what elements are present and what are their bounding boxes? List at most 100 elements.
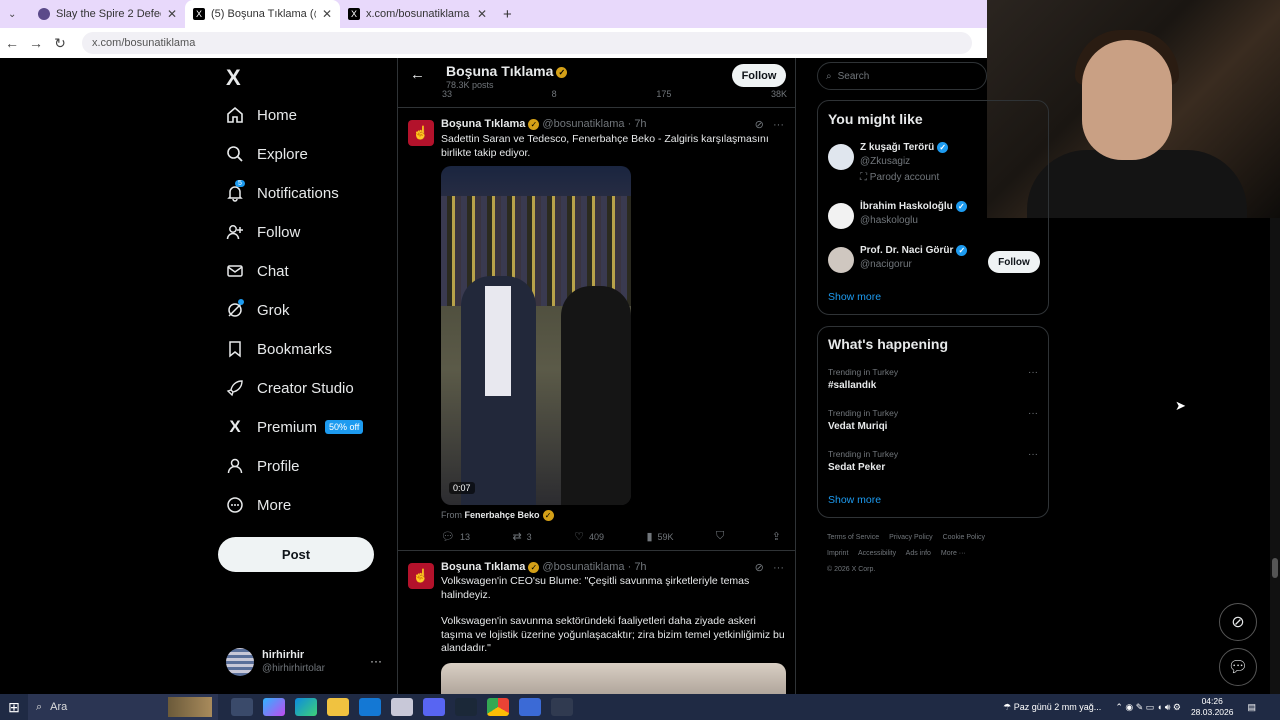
weather-widget[interactable]: ☂ Paz günü 2 mm yağ... bbox=[1003, 702, 1101, 713]
tray-icons[interactable]: ⌃ ◉ ✎ ▭ ◖ 🔊︎ ⚙ bbox=[1115, 702, 1181, 713]
outlook-icon[interactable] bbox=[359, 698, 381, 716]
follow-button[interactable]: Follow bbox=[732, 64, 786, 87]
nav-follow[interactable]: Follow bbox=[226, 223, 300, 241]
trend-item[interactable]: Trending in Turkey Vedat Muriqi ··· bbox=[828, 408, 1040, 432]
nav-more[interactable]: More bbox=[226, 496, 291, 514]
suggested-user[interactable]: Z kuşağı Terörü ✓ @Zkusagiz ⛶ Parody acco… bbox=[828, 142, 1040, 183]
clock[interactable]: 04:26 28.03.2026 bbox=[1191, 696, 1234, 718]
like-button[interactable]: ♡ 409 bbox=[574, 530, 604, 543]
scrollbar-thumb[interactable] bbox=[1272, 558, 1278, 578]
back-arrow-icon[interactable]: ← bbox=[0, 35, 24, 51]
trend-item[interactable]: Trending in Turkey Sedat Peker ··· bbox=[828, 449, 1040, 473]
notification-count-badge: 5 bbox=[235, 180, 245, 187]
task-view-icon[interactable] bbox=[231, 698, 253, 716]
back-arrow-icon[interactable]: ← bbox=[410, 66, 425, 83]
from-source-link[interactable]: Fenerbahçe Beko bbox=[465, 510, 540, 520]
clock-time: 04:26 bbox=[1201, 696, 1223, 706]
browser-tab[interactable]: X x.com/bosunatiklama ✕ bbox=[340, 0, 495, 28]
avatar bbox=[828, 203, 854, 229]
suggested-user-name: Prof. Dr. Naci Görür ✓ bbox=[860, 245, 968, 256]
nav-home[interactable]: Home bbox=[226, 106, 297, 124]
edge-icon[interactable] bbox=[295, 698, 317, 716]
reload-icon[interactable]: ↻ bbox=[48, 35, 72, 52]
trend-context: Trending in Turkey bbox=[828, 449, 899, 459]
show-more-link[interactable]: Show more bbox=[828, 494, 881, 506]
close-tab-icon[interactable]: ✕ bbox=[477, 7, 487, 21]
tweet-author-name[interactable]: Boşuna Tıklama bbox=[441, 118, 525, 130]
nav-chat[interactable]: Chat bbox=[226, 262, 289, 280]
nav-grok[interactable]: Grok bbox=[226, 299, 290, 319]
windows-start-icon[interactable]: ⊞ bbox=[0, 699, 28, 716]
more-icon[interactable]: ··· bbox=[1028, 408, 1038, 419]
steam-icon[interactable] bbox=[455, 698, 477, 716]
tweet-avatar[interactable]: ☝ bbox=[408, 563, 434, 589]
x-logo-icon[interactable]: X bbox=[226, 65, 241, 91]
chat-fab-button[interactable]: 💬︎ bbox=[1219, 648, 1257, 686]
account-more-icon[interactable]: ··· bbox=[370, 654, 382, 668]
close-tab-icon[interactable]: ✕ bbox=[322, 7, 332, 21]
tweet[interactable]: ☝ Boşuna Tıklama ✓ @bosunatiklama · 7h ⊘ … bbox=[398, 108, 795, 551]
chrome-icon[interactable] bbox=[487, 698, 509, 716]
tweet-author-handle[interactable]: @bosunatiklama bbox=[542, 118, 624, 130]
more-icon[interactable]: ··· bbox=[1028, 449, 1038, 460]
footer-link[interactable]: Ads info bbox=[906, 550, 931, 557]
obs-icon[interactable] bbox=[551, 698, 573, 716]
more-icon[interactable]: ··· bbox=[1028, 367, 1038, 378]
account-switcher[interactable]: hirhirhir @hirhirhirtolar bbox=[226, 648, 325, 676]
taskbar-search[interactable]: ⌕ Ara bbox=[28, 694, 218, 720]
close-tab-icon[interactable]: ✕ bbox=[167, 7, 177, 21]
nav-profile[interactable]: Profile bbox=[226, 457, 300, 475]
tweet-time[interactable]: · 7h bbox=[628, 118, 647, 130]
tweet-time[interactable]: · 7h bbox=[628, 561, 647, 573]
repost-button[interactable]: ⇄ 3 bbox=[512, 530, 531, 543]
nav-explore[interactable]: Explore bbox=[226, 145, 308, 163]
tab-favicon-icon bbox=[38, 8, 50, 20]
grok-icon[interactable]: ⊘ bbox=[755, 562, 764, 574]
forward-arrow-icon[interactable]: → bbox=[24, 35, 48, 51]
bookmark-button[interactable]: ⛉ bbox=[716, 530, 729, 543]
footer-link[interactable]: Imprint bbox=[827, 550, 848, 557]
file-explorer-icon[interactable] bbox=[327, 698, 349, 716]
copilot-icon[interactable] bbox=[263, 698, 285, 716]
discord-icon[interactable] bbox=[423, 698, 445, 716]
nav-premium[interactable]: X Premium 50% off bbox=[226, 417, 364, 436]
search-input[interactable]: ⌕ Search bbox=[817, 62, 987, 90]
nav-creator-studio[interactable]: Creator Studio bbox=[226, 379, 354, 397]
footer-link[interactable]: More ··· bbox=[941, 550, 966, 557]
nav-notifications[interactable]: 5 Notifications bbox=[226, 180, 339, 202]
footer-link[interactable]: Cookie Policy bbox=[943, 534, 985, 541]
more-icon[interactable]: ··· bbox=[773, 119, 784, 131]
footer-link[interactable]: Privacy Policy bbox=[889, 534, 933, 541]
trend-item[interactable]: Trending in Turkey #sallandık ··· bbox=[828, 367, 1040, 391]
views-button[interactable]: ▮ 59K bbox=[646, 530, 673, 543]
nav-label: Creator Studio bbox=[257, 379, 354, 397]
show-more-link[interactable]: Show more bbox=[828, 291, 881, 303]
post-button[interactable]: Post bbox=[218, 537, 374, 572]
follow-button[interactable]: Follow bbox=[988, 251, 1040, 273]
footer-link[interactable]: Terms of Service bbox=[827, 534, 879, 541]
tab-list-button[interactable]: ⌄ bbox=[0, 0, 30, 28]
browser-tab[interactable]: Slay the Spire 2 Defect Guide - ✕ bbox=[30, 0, 185, 28]
footer-link[interactable]: Accessibility bbox=[858, 550, 896, 557]
tweet-avatar[interactable]: ☝ bbox=[408, 120, 434, 146]
grok-fab-button[interactable]: ⊘ bbox=[1219, 603, 1257, 641]
app-icon[interactable] bbox=[519, 698, 541, 716]
tweet-video[interactable]: 0:07 bbox=[441, 166, 631, 505]
new-tab-button[interactable]: + bbox=[495, 0, 525, 28]
suggested-user[interactable]: İbrahim Haskoloğlu ✓ @haskologlu bbox=[828, 201, 1040, 237]
scrollbar[interactable] bbox=[1270, 218, 1280, 698]
share-button[interactable]: ⇪ bbox=[772, 530, 786, 543]
reply-button[interactable]: 💬︎ 13 bbox=[441, 530, 470, 543]
url-field[interactable]: x.com/bosunatiklama bbox=[82, 32, 972, 54]
app-icon[interactable] bbox=[391, 698, 413, 716]
tweet-author-handle[interactable]: @bosunatiklama bbox=[542, 561, 624, 573]
notification-center-icon[interactable]: ▤ bbox=[1247, 702, 1256, 713]
suggested-user[interactable]: Prof. Dr. Naci Görür ✓ @nacigorur Follow bbox=[828, 245, 1040, 281]
more-icon[interactable]: ··· bbox=[773, 562, 784, 574]
nav-bookmarks[interactable]: Bookmarks bbox=[226, 340, 332, 358]
tweet-author-name[interactable]: Boşuna Tıklama bbox=[441, 561, 525, 573]
tweet[interactable]: ☝ Boşuna Tıklama ✓ @bosunatiklama · 7h ⊘ … bbox=[398, 551, 795, 698]
tweet-image[interactable] bbox=[441, 663, 786, 698]
browser-tab-active[interactable]: X (5) Boşuna Tıklama (@bosunati ✕ bbox=[185, 0, 340, 28]
grok-icon[interactable]: ⊘ bbox=[755, 119, 764, 131]
